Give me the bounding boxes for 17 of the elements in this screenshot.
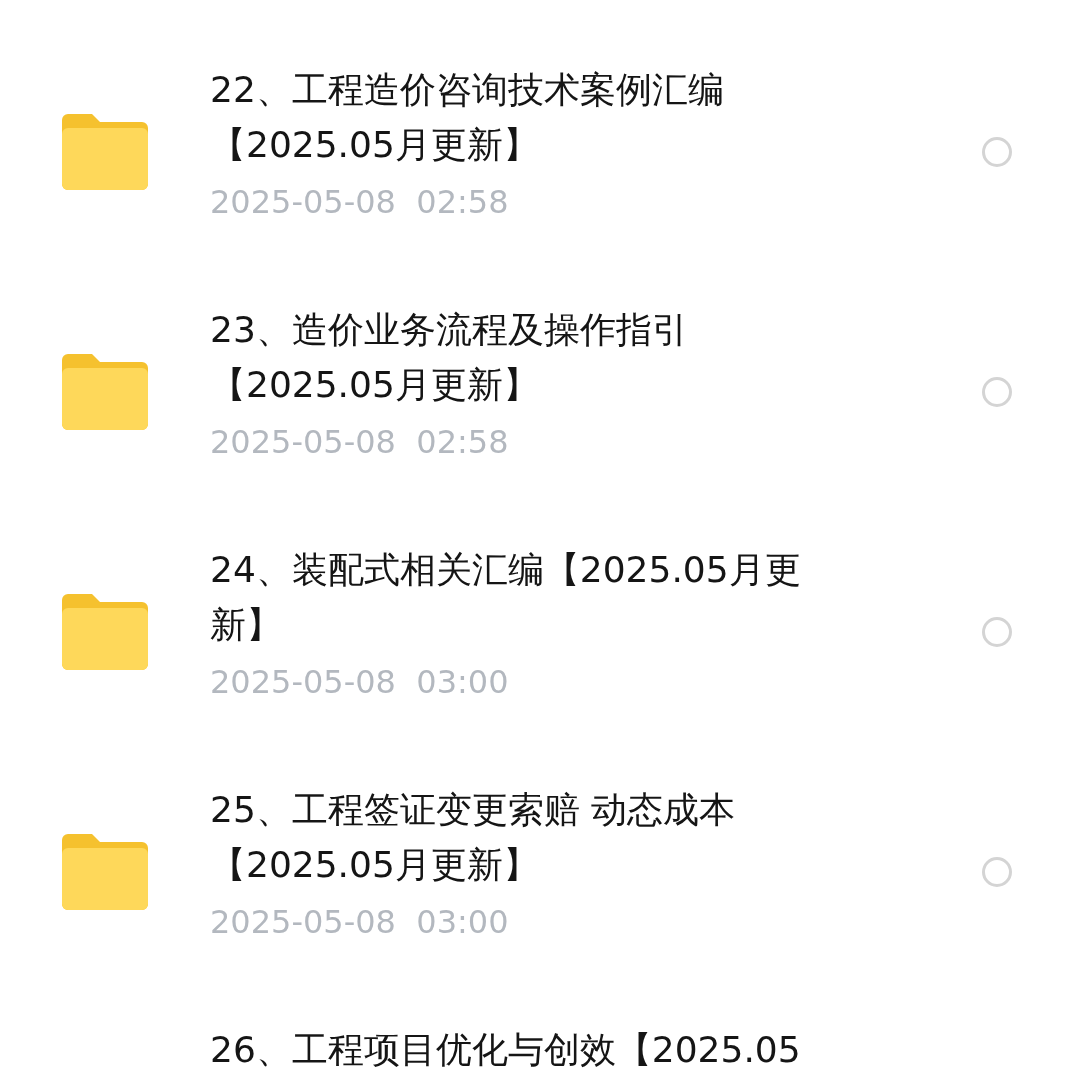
modified-time: 2025-05-08 02:58 [210, 182, 510, 223]
folder-icon [62, 354, 148, 430]
folder-name: 22、工程造价咨询技术案例汇编【2025.05月更新】 [210, 68, 725, 167]
folder-icon [62, 594, 148, 670]
folder-icon [62, 834, 148, 910]
modified-time: 2025-05-08 03:00 [210, 662, 510, 703]
folder-icon [62, 114, 148, 190]
folder-name: 24、装配式相关汇编【2025.05月更新】 [210, 548, 802, 647]
folder-name: 26、工程项目优化与创效【2025.05 [210, 1028, 802, 1072]
select-radio[interactable] [982, 857, 1012, 887]
modified-time: 2025-05-08 02:58 [210, 422, 510, 463]
select-radio[interactable] [982, 377, 1012, 407]
folder-name: 25、工程签证变更索赔 动态成本【2025.05月更新】 [210, 788, 737, 887]
folder-name: 23、造价业务流程及操作指引【2025.05月更新】 [210, 308, 689, 407]
select-radio[interactable] [982, 137, 1012, 167]
modified-time: 2025-05-08 03:00 [210, 902, 510, 943]
select-radio[interactable] [982, 617, 1012, 647]
